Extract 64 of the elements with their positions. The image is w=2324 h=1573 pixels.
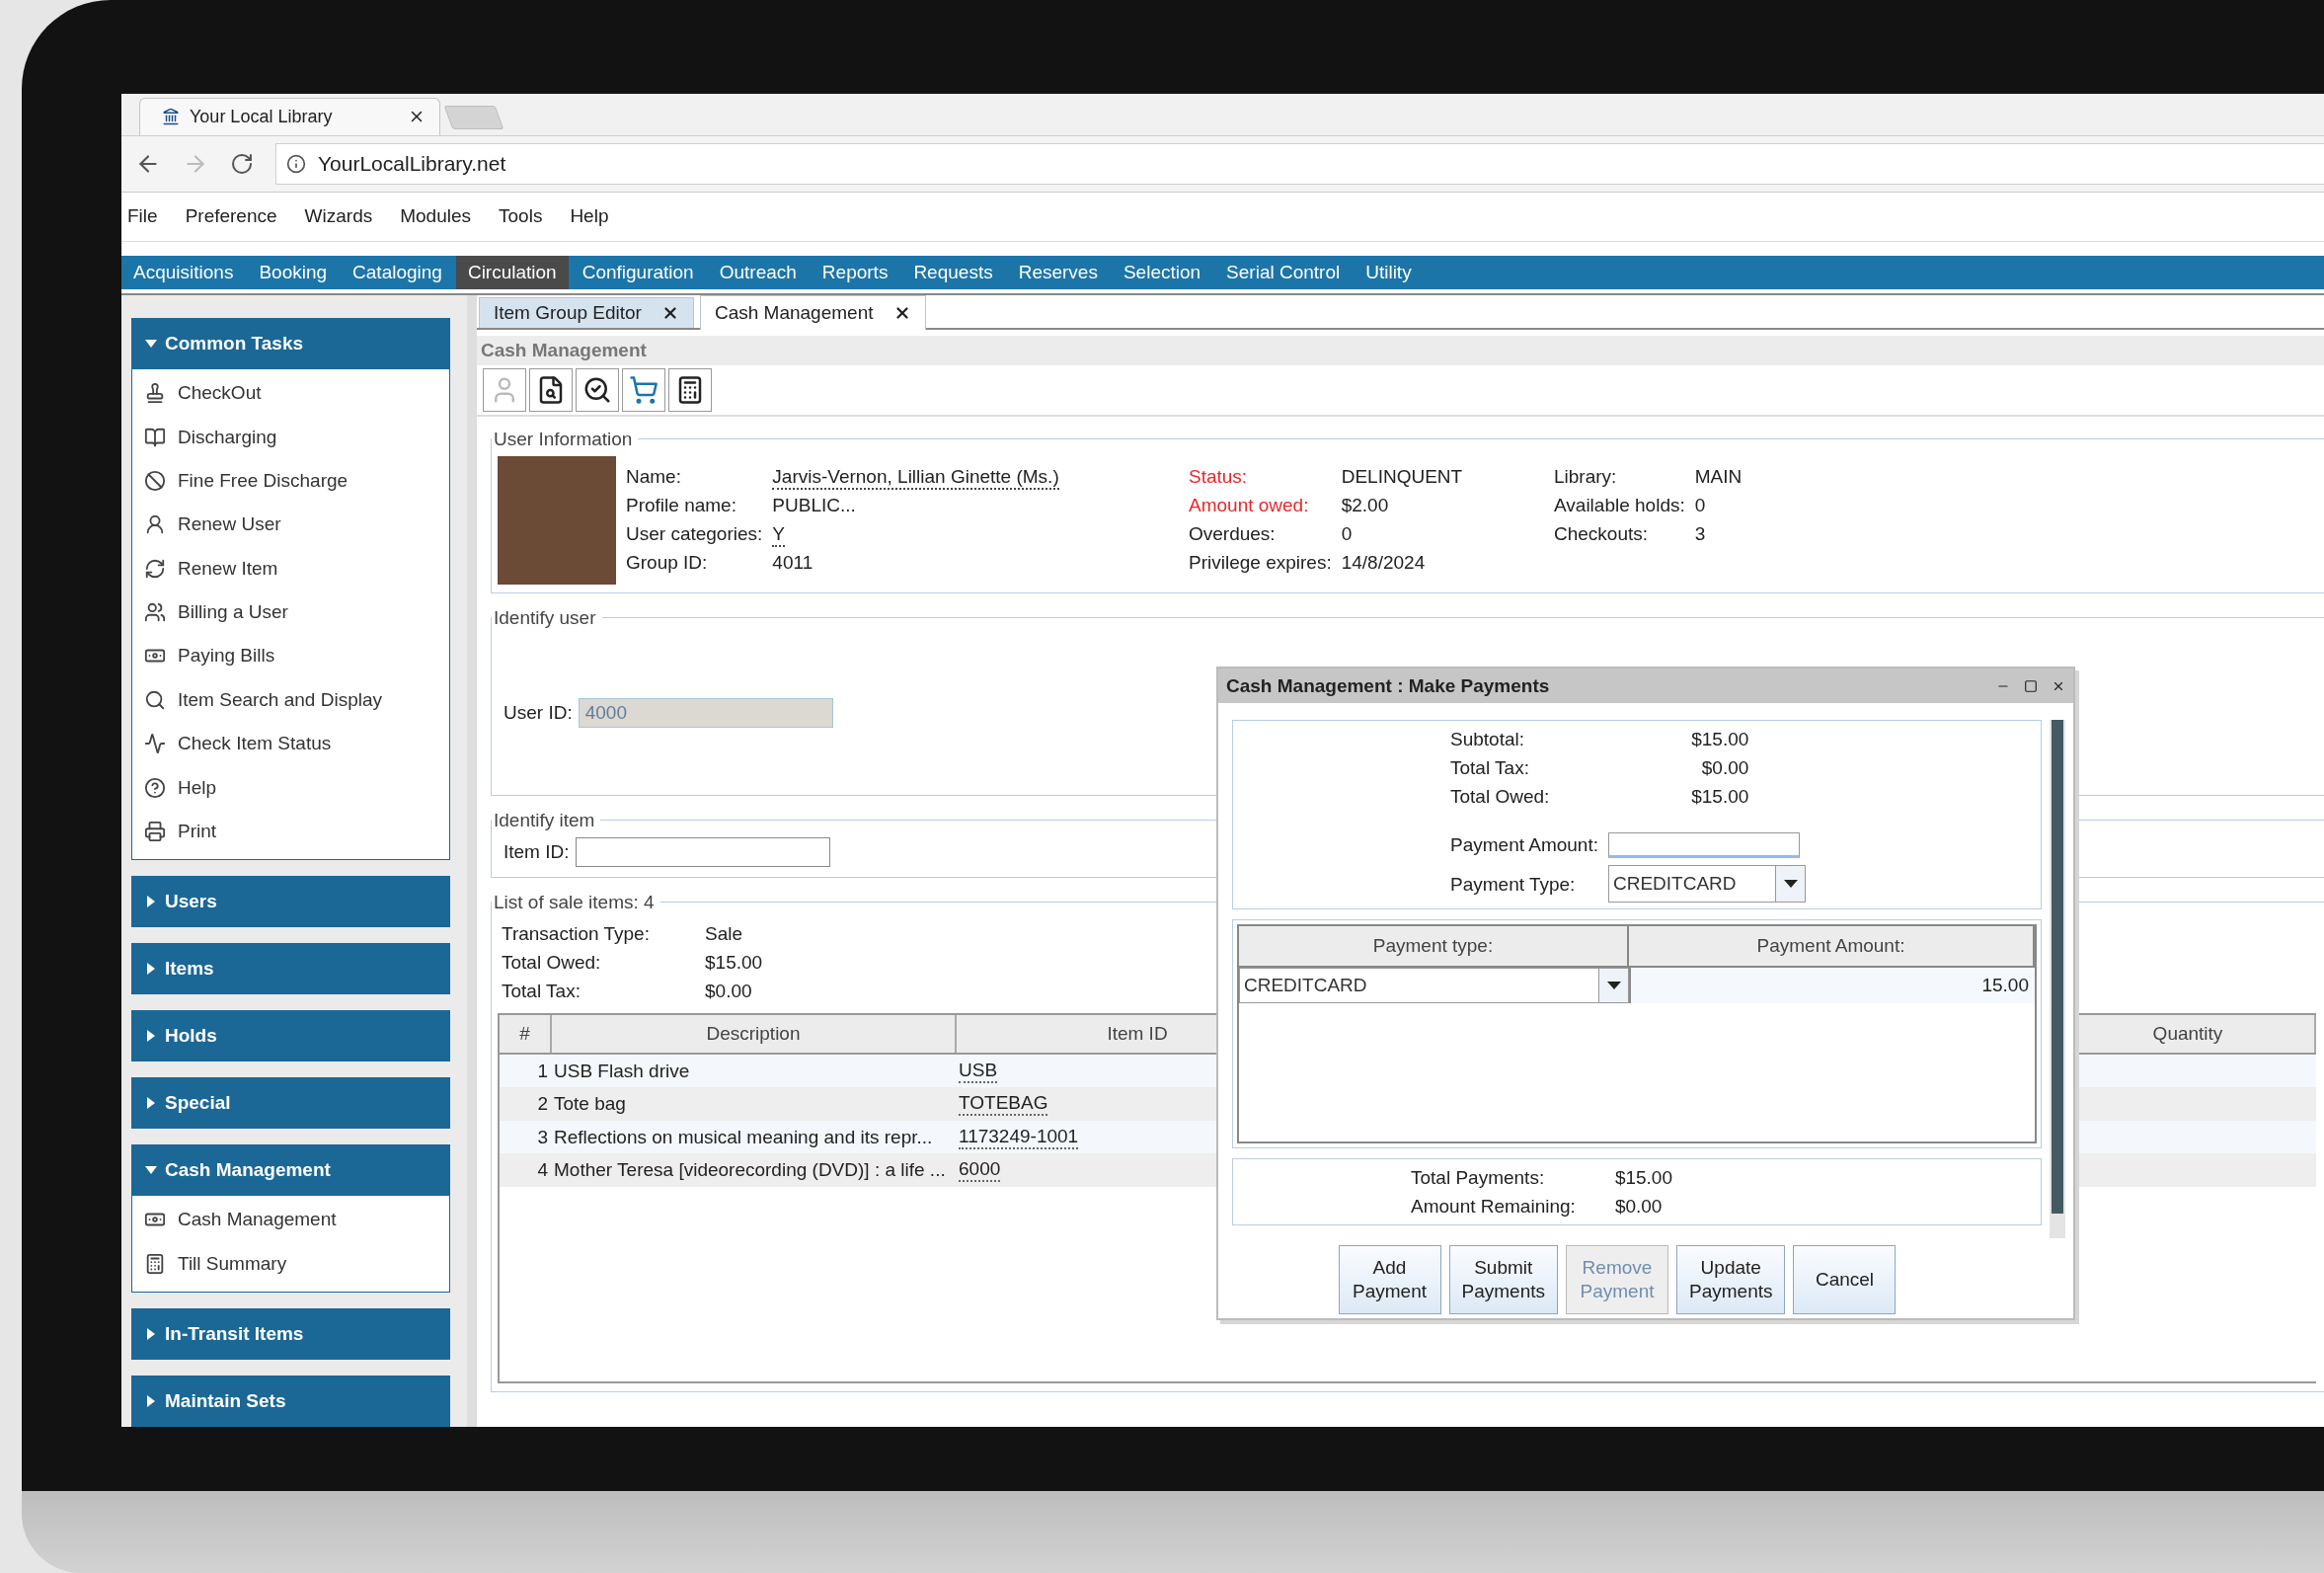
field-value: 3 xyxy=(1694,521,1706,546)
summary-label: Total Tax: xyxy=(1450,756,1530,780)
field-value: 4011 xyxy=(772,550,813,575)
field-label: User categories: xyxy=(626,521,763,546)
field-label: Privilege expires: xyxy=(1189,550,1332,575)
summary-label: Total Tax: xyxy=(502,979,581,1003)
group-title: Items xyxy=(165,958,214,981)
summary-label: Total Payments: xyxy=(1411,1166,1546,1190)
field-label: Name: xyxy=(626,464,682,489)
table-cell-text: USB Flash drive xyxy=(553,1060,691,1082)
field-label: Payment Amount: xyxy=(1450,833,1599,857)
summary-value: $15.00 xyxy=(1690,728,1749,751)
field-label: Group ID: xyxy=(626,550,709,575)
field-value: MAIN xyxy=(1694,464,1743,489)
tab-title: Your Local Library xyxy=(190,106,334,127)
url-text: YourLocalLibrary.net xyxy=(318,152,506,176)
field-value: PUBLIC... xyxy=(772,493,856,517)
summary-label: Amount Remaining: xyxy=(1411,1195,1576,1219)
field-value: DELINQUENT xyxy=(1341,464,1463,489)
summary-value: $15.00 xyxy=(1690,785,1749,809)
field-label: Payment Type: xyxy=(1450,872,1577,897)
table-cell-text: Tote bag xyxy=(553,1093,627,1116)
summary-value: $0.00 xyxy=(1700,756,1749,780)
table-cell-text: Mother Teresa [videorecording (DVD)] : a life ... xyxy=(553,1159,947,1182)
summary-value: $0.00 xyxy=(1614,1195,1664,1219)
group-title: Special xyxy=(165,1092,231,1115)
field-label: Profile name: xyxy=(626,493,737,517)
dialog-title: Cash Management : Make Payments xyxy=(1226,674,1551,697)
summary-label: Subtotal: xyxy=(1450,728,1525,751)
field-label: Checkouts: xyxy=(1554,521,1650,546)
summary-label: Total Owed: xyxy=(1450,785,1550,809)
summary-value: $15.00 xyxy=(705,950,763,975)
section-legend: List of sale items: 4 xyxy=(492,891,660,913)
table-cell-text: Reflections on musical meaning and its repr... xyxy=(553,1126,934,1148)
section-legend: Identify item xyxy=(492,809,601,831)
field-label: Item ID: xyxy=(504,840,570,863)
table-cell-text: 3 xyxy=(536,1126,549,1148)
group-title: Common Tasks xyxy=(165,332,304,354)
group-title: Cash Management xyxy=(165,1159,331,1182)
group-title: In-Transit Items xyxy=(165,1323,304,1345)
field-value: $2.00 xyxy=(1341,493,1389,517)
field-label: Status: xyxy=(1189,464,1249,489)
summary-label: Total Owed: xyxy=(502,950,602,975)
table-cell-text: 4 xyxy=(536,1159,549,1182)
field-value: 0 xyxy=(1341,521,1353,546)
field-value: 14/8/2024 xyxy=(1341,550,1426,575)
field-value: 0 xyxy=(1694,493,1706,517)
table-cell-text: 2 xyxy=(536,1093,549,1116)
section-legend: User Information xyxy=(492,428,639,450)
field-label: User ID: xyxy=(504,701,573,724)
field-label: Available holds: xyxy=(1554,493,1685,517)
summary-value: $0.00 xyxy=(705,979,753,1003)
panel-title: Cash Management xyxy=(477,335,2324,365)
group-title: Holds xyxy=(165,1025,217,1048)
summary-label: Transaction Type: xyxy=(502,921,651,946)
field-label: Library: xyxy=(1554,464,1618,489)
summary-value: $15.00 xyxy=(1614,1166,1672,1190)
section-legend: Identify user xyxy=(492,606,602,629)
summary-value: Sale xyxy=(705,921,744,946)
field-label: Overdues: xyxy=(1189,521,1277,546)
group-title: Maintain Sets xyxy=(165,1390,286,1412)
group-title: Users xyxy=(165,891,217,913)
field-label: Amount owed: xyxy=(1189,493,1310,517)
table-cell-text: 1 xyxy=(536,1060,549,1082)
